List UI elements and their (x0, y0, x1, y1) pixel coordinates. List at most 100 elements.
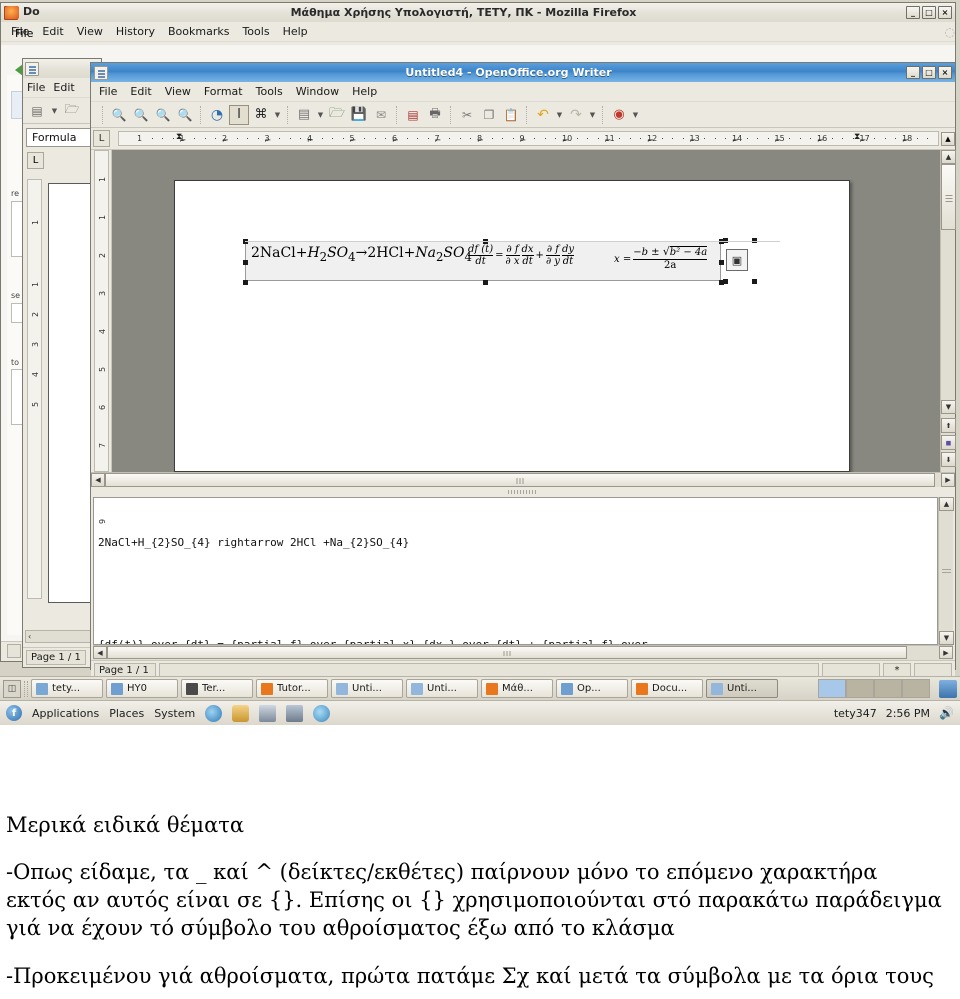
editor-scroll-down-button[interactable]: ▼ (939, 631, 954, 645)
taskbar-button[interactable]: Docu... (631, 679, 703, 698)
writer-horizontal-ruler[interactable]: L 1 1 ⌐ 2 ⌐ 3 ⌐ 4 ⌐ 5 ⌐ 6 ⌐ 7 ⌐ 8 ⌐ 9 ⌐ 10 ⌐ 11 ⌐ 12 ⌐ 13 ⌐ 14 ⌐ 15 ⌐ 1… (91, 128, 955, 150)
tab-stop-marker[interactable]: ⌐ (775, 136, 782, 145)
tab-stop-marker[interactable]: ⌐ (732, 136, 739, 145)
firefox-titlebar[interactable]: Μάθημα Χρήσης Υπολογιστή, ΤΕΤΥ, ΠΚ - Moz… (1, 3, 955, 22)
panel-menu-places[interactable]: Places (109, 707, 144, 720)
zoom-next-icon[interactable]: 🔍 (153, 105, 173, 125)
writer-menu-edit[interactable]: Edit (130, 85, 151, 98)
writer-minimize-button[interactable]: _ (906, 66, 920, 79)
first-line-indent-marker[interactable]: ⧗ (176, 132, 182, 142)
window-list-taskbar[interactable]: ◫ tety... HY0 Ter... Tutor... Unti... Unti...… (0, 676, 960, 700)
scroll-down-button[interactable]: ▼ (941, 400, 956, 414)
second-menu-file[interactable]: File (27, 81, 45, 94)
tab-stop-marker[interactable]: ⌐ (860, 136, 867, 145)
taskbar-button[interactable]: Ter... (181, 679, 253, 698)
printer-icon[interactable] (259, 704, 277, 722)
splitter-grip[interactable] (508, 490, 538, 494)
horizontal-scroll-thumb[interactable] (105, 473, 935, 487)
writer-vertical-ruler[interactable]: 1123456789 (91, 150, 112, 524)
gnome-foot-icon[interactable]: f (6, 705, 22, 721)
tab-stop-marker[interactable]: ⌐ (222, 136, 229, 145)
panel-clock[interactable]: 2:56 PM (886, 707, 930, 720)
previous-page-button[interactable]: ⬆ (941, 418, 956, 433)
tab-stop-marker[interactable]: ⌐ (392, 136, 399, 145)
hscroll-right-button[interactable]: ▶ (941, 473, 955, 487)
panel-menu-system[interactable]: System (154, 707, 195, 720)
trash-icon[interactable] (939, 679, 957, 698)
placeholder-handle-se[interactable] (752, 279, 757, 284)
tab-stop-marker[interactable]: ⌐ (265, 136, 272, 145)
selection-handle-e[interactable] (719, 260, 724, 265)
right-indent-marker[interactable]: ⧗ (854, 132, 860, 142)
placeholder-handle-sw[interactable] (723, 279, 728, 284)
second-window-hscroll[interactable]: ‹ (25, 630, 99, 643)
tab-stop-marker[interactable]: ⌐ (562, 136, 569, 145)
tab-stop-marker[interactable]: ⌐ (647, 136, 654, 145)
editor-vertical-scrollbar[interactable]: ▲ ▼ (938, 497, 954, 645)
help-icon[interactable] (313, 704, 331, 722)
writer-window-buttons[interactable]: _ □ × (906, 66, 952, 79)
formula-cursor-icon[interactable]: ◔ (207, 105, 227, 125)
text-cursor-icon[interactable]: I (229, 104, 249, 125)
writer-menu-help[interactable]: Help (352, 85, 377, 98)
writer-titlebar[interactable]: Untitled4 - OpenOffice.org Writer _ □ × (91, 63, 955, 82)
tab-stop-marker[interactable]: ⌐ (902, 136, 909, 145)
firefox-menu-file-left[interactable]: File (15, 27, 33, 40)
new-document-icon[interactable]: ▤ (27, 101, 47, 121)
export-pdf-icon[interactable]: ▤ (403, 105, 423, 125)
menu-history[interactable]: History (116, 25, 155, 38)
tab-stop-marker[interactable]: ⌐ (435, 136, 442, 145)
menu-edit[interactable]: Edit (42, 25, 63, 38)
taskbar-button[interactable]: HY0 (106, 679, 178, 698)
zoom-icon[interactable]: 🔍 (109, 105, 129, 125)
taskbar-button[interactable]: Tutor... (256, 679, 328, 698)
new-document-icon[interactable]: ▤ (294, 105, 314, 125)
taskbar-button[interactable]: tety... (31, 679, 103, 698)
firefox-window-buttons[interactable]: _ □ × (906, 6, 952, 19)
firefox-tab-label[interactable]: Do (23, 5, 40, 18)
hscroll-left-button[interactable]: ◀ (91, 473, 105, 487)
new-dropdown-icon[interactable]: ▼ (316, 111, 325, 119)
workspace-switcher[interactable] (818, 679, 930, 698)
show-desktop-icon[interactable]: ◫ (3, 679, 21, 698)
writer-maximize-button[interactable]: □ (922, 66, 936, 79)
writer-window[interactable]: Untitled4 - OpenOffice.org Writer _ □ × … (90, 62, 956, 680)
workspace-4[interactable] (902, 679, 930, 698)
print-icon[interactable]: 🖶 (425, 105, 445, 125)
zoom-previous-icon[interactable]: 🔍 (131, 105, 151, 125)
undo-icon[interactable]: ↶ (533, 105, 553, 125)
gnome-panel[interactable]: f Applications Places System tety347 2:5… (0, 700, 960, 725)
writer-menu-format[interactable]: Format (204, 85, 243, 98)
open-icon[interactable]: 🗁 (327, 105, 347, 125)
tab-stop-marker[interactable]: ⌐ (477, 136, 484, 145)
editor-hscroll-right-button[interactable]: ▶ (939, 646, 953, 659)
writer-toolbar[interactable]: 🔍 🔍 🔍 🔍 ◔ I ⌘ ▼ ▤ ▼ 🗁 💾 ✉ ▤ 🖶 ✂ ❐ 📋 ↶ ▼ (91, 102, 955, 128)
pane-splitter[interactable] (91, 487, 955, 497)
web-browser-icon[interactable] (205, 704, 223, 722)
menu-tools[interactable]: Tools (242, 25, 269, 38)
firefox-menubar[interactable]: File Edit View History Bookmarks Tools H… (1, 22, 955, 42)
writer-menu-view[interactable]: View (165, 85, 191, 98)
open-icon[interactable]: 🗁 (62, 101, 82, 121)
taskbar-button[interactable]: Μάθ... (481, 679, 553, 698)
taskbar-button[interactable]: Unti... (706, 679, 778, 698)
tab-stop-marker[interactable]: ⌐ (520, 136, 527, 145)
save-icon[interactable]: 💾 (349, 105, 369, 125)
taskbar-button[interactable]: Unti... (406, 679, 478, 698)
new-dropdown-icon[interactable]: ▼ (50, 107, 59, 115)
writer-menubar[interactable]: File Edit View Format Tools Window Help (91, 82, 955, 102)
menu-view[interactable]: View (77, 25, 103, 38)
volume-icon[interactable]: 🔊 (939, 706, 954, 720)
workspace-3[interactable] (874, 679, 902, 698)
help-dropdown-icon[interactable]: ▼ (631, 111, 640, 119)
email-icon[interactable]: ✉ (371, 105, 391, 125)
document-horizontal-scrollbar[interactable]: ◀ ▶ (91, 472, 955, 487)
screenshot-icon[interactable] (286, 704, 304, 722)
zoom-selection-icon[interactable]: 🔍 (175, 105, 195, 125)
style-combo[interactable]: Formula (26, 128, 98, 147)
editor-horizontal-scrollbar[interactable]: ◀ ▶ (93, 645, 953, 660)
firefox-maximize-button[interactable]: □ (922, 6, 936, 19)
writer-menu-window[interactable]: Window (296, 85, 339, 98)
email-icon[interactable] (232, 704, 250, 722)
copy-icon[interactable]: ❐ (479, 105, 499, 125)
